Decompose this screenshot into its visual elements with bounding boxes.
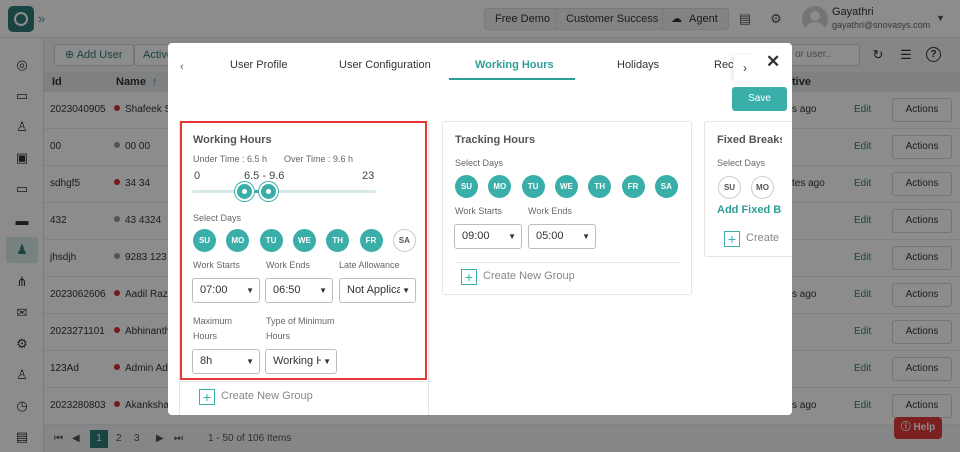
fixed-breaks-clip: Fixed Breaks Select Days SU MO Add Fixed…	[704, 121, 782, 321]
tracking-work-starts-select[interactable]: 09:00 ▼	[454, 224, 522, 249]
thDays-day-we[interactable]: WE	[554, 175, 578, 198]
add-fixed-break-link[interactable]: Add Fixed Br	[717, 204, 782, 216]
card-divider	[455, 262, 679, 263]
save-button[interactable]: Save	[732, 87, 787, 111]
fixed-day-su[interactable]: SU	[718, 176, 741, 199]
fixed-breaks-select-days-label: Select Days	[717, 158, 766, 168]
tab-user-profile[interactable]: User Profile	[230, 59, 287, 71]
active-tab-indicator	[449, 78, 575, 80]
tracking-work-ends-label: Work Ends	[528, 206, 572, 216]
tab-holidays[interactable]: Holidays	[617, 59, 659, 71]
plus-icon: +	[199, 389, 215, 405]
tabs-next-icon[interactable]: ›	[734, 55, 756, 81]
card-divider	[180, 381, 430, 382]
close-icon[interactable]: ✕	[766, 52, 780, 72]
tracking-create-group-button[interactable]: + Create New Group	[461, 269, 575, 285]
tab-working-hours[interactable]: Working Hours	[475, 59, 554, 71]
tracking-hours-title: Tracking Hours	[455, 134, 536, 146]
tab-user-configuration[interactable]: User Configuration	[339, 59, 431, 71]
thDays-day-su[interactable]: SU	[455, 175, 478, 198]
fixed-day-mo[interactable]: MO	[751, 176, 774, 199]
plus-icon: +	[461, 269, 477, 285]
create-label: Create	[746, 232, 780, 244]
thDays-day-sa[interactable]: SA	[654, 175, 678, 198]
fixed-breaks-create-button[interactable]: + Create	[724, 231, 779, 247]
create-group-label: Create New Group	[483, 270, 575, 282]
working-hours-create-group-button[interactable]: + Create New Group	[199, 389, 313, 405]
create-group-label: Create New Group	[221, 390, 313, 402]
tabs-prev-icon[interactable]: ‹	[180, 61, 184, 73]
chevron-down-icon: ▼	[508, 232, 516, 241]
thDays-day-fr[interactable]: FR	[621, 175, 645, 198]
plus-icon: +	[724, 231, 740, 247]
tracking-work-starts-label: Work Starts	[455, 206, 502, 216]
thDays-day-tu[interactable]: TU	[521, 175, 545, 198]
fixed-breaks-title: Fixed Breaks	[717, 134, 782, 146]
working-hours-highlight	[180, 121, 427, 380]
tracking-work-starts-value: 09:00	[462, 230, 490, 242]
chevron-down-icon: ▼	[582, 232, 590, 241]
tracking-work-ends-select[interactable]: 05:00 ▼	[528, 224, 596, 249]
tracking-work-ends-value: 05:00	[536, 230, 564, 242]
tracking-select-days-label: Select Days	[455, 158, 504, 168]
modal-tabs: ‹ User Profile User Configuration Workin…	[168, 43, 792, 83]
